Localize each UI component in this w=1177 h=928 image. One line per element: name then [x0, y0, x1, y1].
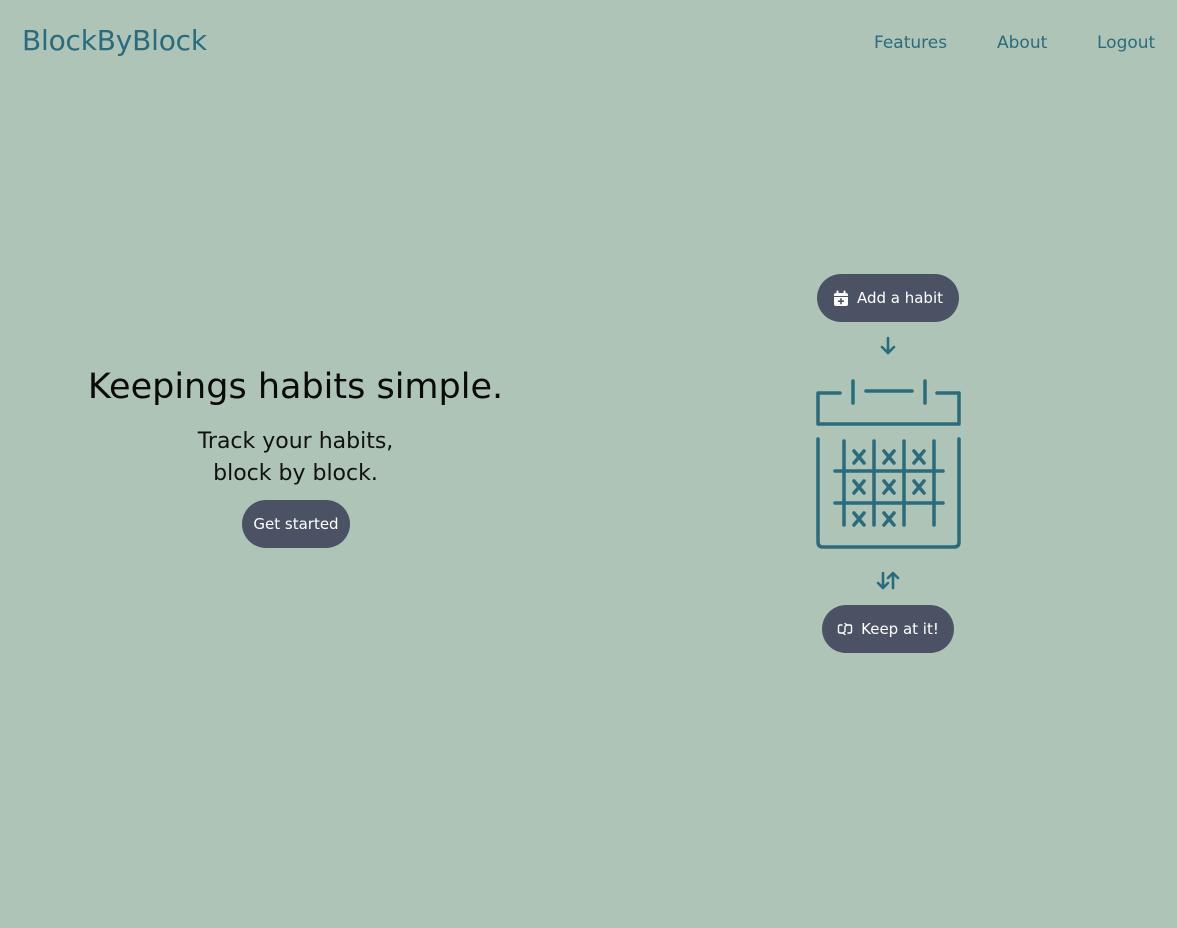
repeat-icon	[837, 622, 853, 636]
nav-features[interactable]: Features	[874, 33, 947, 53]
nav-logout[interactable]: Logout	[1097, 33, 1155, 53]
calendar-plus-icon	[833, 290, 848, 306]
arrow-down-icon	[880, 336, 896, 355]
keep-at-it-label: Keep at it!	[861, 620, 939, 638]
nav-about[interactable]: About	[997, 33, 1047, 53]
calendar-grid-icon	[816, 379, 961, 549]
keep-at-it-button[interactable]: Keep at it!	[822, 605, 954, 653]
hero-subtitle-line1: Track your habits,	[197, 429, 394, 454]
add-habit-button[interactable]: Add a habit	[817, 274, 959, 322]
arrows-up-down-icon	[876, 571, 900, 590]
hero-subtitle: Track your habits, block by block.	[0, 426, 591, 490]
hero-title: Keepings habits simple.	[87, 367, 504, 407]
brand-logo[interactable]: BlockByBlock	[22, 24, 207, 57]
get-started-button[interactable]: Get started	[242, 500, 350, 548]
hero-subtitle-line2: block by block.	[213, 461, 378, 486]
add-habit-label: Add a habit	[856, 289, 944, 307]
hero-section: Keepings habits simple. Track your habit…	[0, 362, 591, 490]
